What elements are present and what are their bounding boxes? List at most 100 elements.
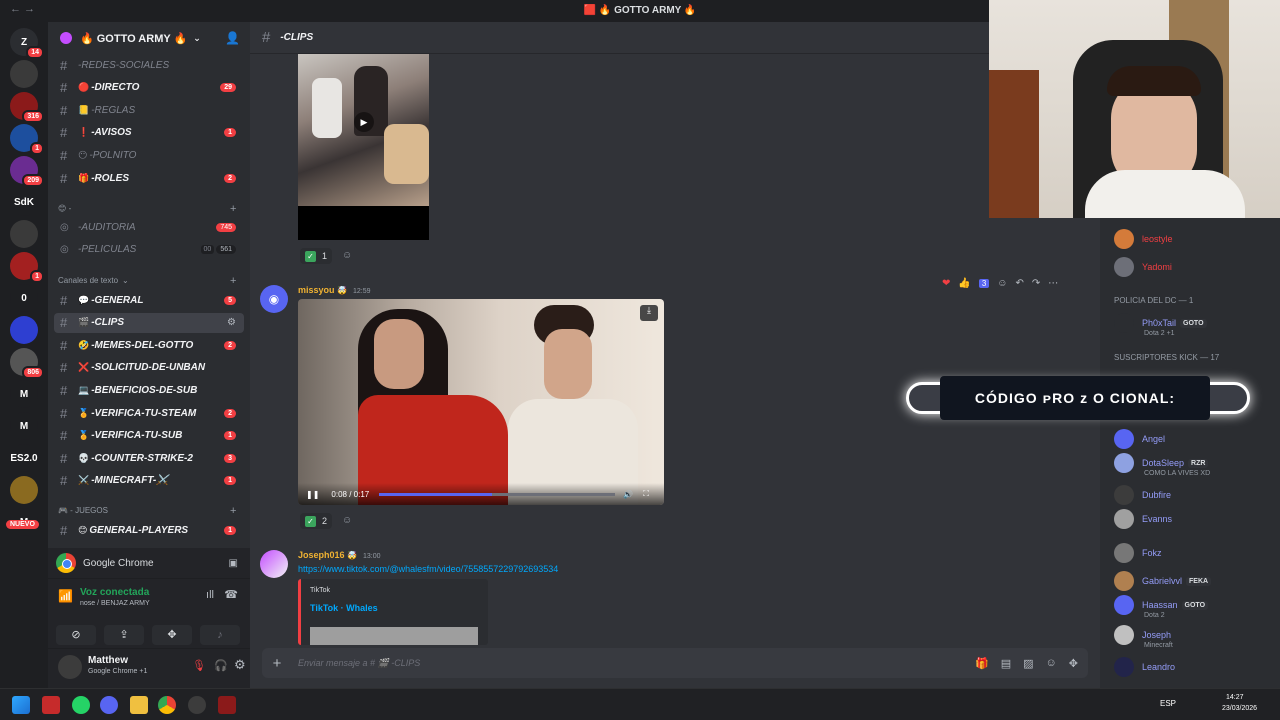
- reaction-check-1[interactable]: ✓ 1: [300, 248, 333, 264]
- seek-bar[interactable]: [379, 492, 616, 496]
- channel-item[interactable]: # 🤣 -MEMES-DEL-GOTTO 2: [54, 335, 244, 355]
- pause-icon[interactable]: ❚❚: [306, 490, 319, 499]
- message-author[interactable]: missyou 🤯 12:59: [298, 285, 371, 295]
- server-icon[interactable]: 806: [10, 348, 44, 379]
- server-icon[interactable]: Z 14: [10, 28, 44, 59]
- embed-title[interactable]: TikTok · Whales: [310, 603, 378, 613]
- server-icon[interactable]: 316: [10, 92, 44, 123]
- avatar[interactable]: ◉: [260, 285, 288, 313]
- heart-icon[interactable]: ❤: [942, 278, 950, 289]
- channel-item[interactable]: # 🏅 -VERIFICA-TU-STEAM 2: [54, 403, 244, 423]
- forward-icon[interactable]: ↷: [1032, 278, 1040, 289]
- discord-icon[interactable]: [100, 696, 118, 714]
- soundboard-button[interactable]: ♪: [200, 625, 240, 645]
- add-channel-icon[interactable]: +: [230, 275, 236, 287]
- avatar[interactable]: [58, 655, 82, 679]
- apps-icon[interactable]: ✥: [1069, 657, 1078, 670]
- app-icon[interactable]: [42, 696, 60, 714]
- member-item[interactable]: leostyle: [1114, 228, 1173, 250]
- channel-item[interactable]: # 😊 GENERAL-PLAYERS 1: [54, 520, 244, 540]
- camera-button[interactable]: ⊘: [56, 625, 96, 645]
- windows-start-icon[interactable]: [12, 696, 30, 714]
- server-icon[interactable]: 1: [10, 124, 44, 155]
- member-item[interactable]: Angel: [1114, 428, 1165, 450]
- server-icon[interactable]: ES2.0: [10, 444, 38, 472]
- whatsapp-icon[interactable]: [72, 696, 90, 714]
- disconnect-icon[interactable]: ☎: [224, 588, 238, 601]
- add-reaction-icon[interactable]: ☺: [997, 278, 1007, 289]
- file-explorer-icon[interactable]: [130, 696, 148, 714]
- server-icon[interactable]: M: [10, 380, 38, 408]
- add-member-icon[interactable]: 👤: [225, 31, 240, 45]
- server-icon[interactable]: 1: [10, 252, 44, 283]
- volume-icon[interactable]: 🔊: [623, 490, 633, 499]
- member-item[interactable]: Gabrielvvl FEKA: [1114, 570, 1212, 592]
- games-category[interactable]: 🎮 - JUEGOS +: [58, 505, 236, 517]
- server-icon[interactable]: 0: [10, 284, 38, 312]
- reaction-count-badge[interactable]: 3: [978, 278, 990, 288]
- add-attachment-icon[interactable]: +: [266, 655, 288, 672]
- sticker-icon[interactable]: ▨: [1023, 657, 1033, 670]
- member-item[interactable]: Leandro: [1114, 656, 1175, 678]
- channel-item[interactable]: # ❌ -SOLICITUD-DE-UNBAN: [54, 358, 244, 378]
- channel-item[interactable]: # 📒 -REGLAS: [54, 100, 244, 120]
- server-icon[interactable]: SdK: [10, 188, 38, 216]
- voice-category[interactable]: 😊 - +: [58, 203, 236, 215]
- video-thumbnail-1[interactable]: ▶: [298, 54, 429, 240]
- channel-item[interactable]: # 🎁 -ROLES 2: [54, 168, 244, 188]
- add-channel-icon[interactable]: +: [230, 505, 236, 517]
- channel-item[interactable]: # 💀 -COUNTER-STRIKE-2 3: [54, 448, 244, 468]
- reaction-check-2[interactable]: ✓ 2: [300, 513, 333, 529]
- video-player[interactable]: ⤓ ❚❚ 0:08 / 0:17 🔊 ⛶: [298, 299, 664, 505]
- activities-button[interactable]: ✥: [152, 625, 192, 645]
- clock-time[interactable]: 14:27: [1226, 694, 1244, 701]
- chrome-icon[interactable]: [158, 696, 176, 714]
- gift-icon[interactable]: 🎁: [975, 657, 989, 670]
- voice-channel-item[interactable]: ◎ -AUDITORIA 745: [54, 217, 244, 237]
- message-composer[interactable]: + Enviar mensaje a # 🎬 -CLIPS 🎁 ▤ ▨ ☺ ✥: [262, 648, 1088, 678]
- fullscreen-icon[interactable]: ⛶: [643, 489, 649, 499]
- add-reaction-icon[interactable]: ☺: [342, 250, 352, 261]
- channel-item[interactable]: # ❗ -AVISOS 1: [54, 123, 244, 143]
- member-item[interactable]: Yadomi: [1114, 256, 1172, 278]
- channel-item[interactable]: # ⚔️ -MINECRAFT-⚔️ 1: [54, 471, 244, 491]
- server-icon[interactable]: [10, 60, 38, 88]
- add-channel-icon[interactable]: +: [230, 203, 236, 215]
- activity-bar[interactable]: Google Chrome ▣: [48, 548, 250, 578]
- member-item[interactable]: Fokz: [1114, 542, 1162, 564]
- add-reaction-icon[interactable]: ☺: [342, 515, 352, 526]
- server-icon[interactable]: 209: [10, 156, 44, 187]
- channel-item[interactable]: # -REDES-SOCIALES: [54, 55, 244, 75]
- voice-channel[interactable]: nose / BENJAZ ARMY: [80, 600, 150, 607]
- channel-item[interactable]: # 🔴 -DIRECTO 29: [54, 78, 244, 98]
- noise-icon[interactable]: ıll: [206, 589, 214, 601]
- channel-item[interactable]: # 💻 -BENEFICIOS-DE-SUB: [54, 380, 244, 400]
- server-icon[interactable]: M: [10, 412, 38, 440]
- embed-thumbnail[interactable]: [310, 627, 478, 645]
- server-icon[interactable]: [10, 476, 38, 504]
- mute-icon[interactable]: 🎙: [192, 659, 206, 672]
- member-item[interactable]: Dubfire: [1114, 484, 1171, 506]
- more-icon[interactable]: ⋯: [1048, 278, 1058, 289]
- member-item[interactable]: Evanns: [1114, 508, 1172, 530]
- tiktok-link[interactable]: https://www.tiktok.com/@whalesfm/video/7…: [298, 564, 558, 574]
- screen-share-icon[interactable]: ▣: [229, 558, 238, 569]
- app-icon[interactable]: [188, 696, 206, 714]
- channel-item[interactable]: # 😶 -POLNITO: [54, 145, 244, 165]
- server-icon[interactable]: [10, 220, 38, 248]
- download-icon[interactable]: ⤓: [640, 305, 658, 321]
- language-indicator[interactable]: ESP: [1160, 699, 1176, 708]
- emoji-icon[interactable]: ☺: [1046, 657, 1057, 670]
- voice-channel-item[interactable]: ◎ -PELICULAS 00 561: [54, 240, 244, 260]
- deafen-icon[interactable]: 🎧: [214, 659, 228, 672]
- settings-icon[interactable]: ⚙: [234, 657, 246, 673]
- text-category[interactable]: Canales de texto ⌄ +: [58, 275, 236, 287]
- channel-settings-icon[interactable]: ⚙: [227, 317, 236, 328]
- channel-item[interactable]: # 💬 -GENERAL 5: [54, 290, 244, 310]
- channel-item[interactable]: # 🎬 -CLIPS ⚙: [54, 312, 244, 333]
- avatar[interactable]: [260, 550, 288, 578]
- gif-icon[interactable]: ▤: [1001, 657, 1011, 670]
- guild-header[interactable]: 🔥 GOTTO ARMY 🔥 ⌄ 👤: [48, 22, 250, 54]
- channel-item[interactable]: # 🏅 -VERIFICA-TU-SUB 1: [54, 426, 244, 446]
- server-icon[interactable]: [10, 316, 38, 344]
